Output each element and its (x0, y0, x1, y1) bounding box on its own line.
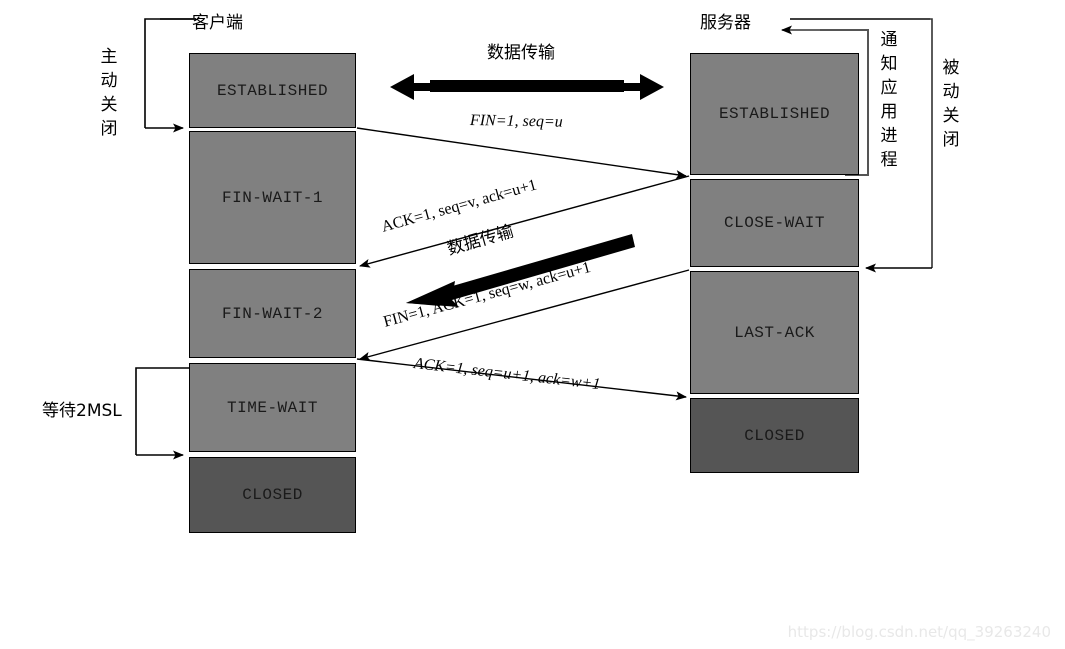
tcp-four-way-handshake-diagram: ESTABLISHED FIN-WAIT-1 FIN-WAIT-2 TIME-W… (0, 0, 1065, 649)
client-state-time-wait: TIME-WAIT (189, 363, 356, 452)
client-state-time-wait-label: TIME-WAIT (227, 398, 318, 417)
server-title-leader (781, 18, 930, 35)
server-state-established-label: ESTABLISHED (718, 105, 831, 123)
server-state-last-ack-label: LAST-ACK (734, 323, 815, 342)
diagram-vector-layer (135, 18, 933, 460)
wait-2msl-bracket (135, 367, 189, 460)
active-close-label: 主动关闭 (100, 47, 118, 139)
notify-app-label: 通知应用进程 (880, 30, 898, 170)
message-label-fin-1: FIN=1, seq=u (469, 112, 563, 131)
watermark: https://blog.csdn.net/qq_39263240 (787, 623, 1051, 641)
client-state-closed: CLOSED (189, 457, 356, 533)
server-state-close-wait-label: CLOSE-WAIT (723, 214, 825, 232)
client-state-fin-wait-2: FIN-WAIT-2 (189, 269, 356, 358)
wait-2msl-label: 等待2MSL (42, 401, 122, 421)
client-state-fin-wait-1-label: FIN-WAIT-1 (221, 188, 323, 207)
client-title: 客户端 (192, 13, 243, 33)
data-transfer-arrow-top (390, 74, 664, 100)
server-state-closed-label: CLOSED (744, 426, 805, 445)
server-state-established: ESTABLISHED (690, 53, 859, 175)
message-arrow-fin-1 (356, 127, 687, 180)
data-transfer-arrow-middle (406, 234, 635, 307)
client-state-fin-wait-1: FIN-WAIT-1 (189, 131, 356, 264)
server-state-close-wait: CLOSE-WAIT (690, 179, 859, 267)
server-state-last-ack: LAST-ACK (690, 271, 859, 394)
server-title: 服务器 (700, 13, 751, 33)
data-transfer-label-top: 数据传输 (487, 43, 555, 63)
client-state-established: ESTABLISHED (189, 53, 356, 128)
client-state-fin-wait-2-label: FIN-WAIT-2 (221, 304, 323, 323)
server-state-closed: CLOSED (690, 398, 859, 473)
client-state-established-label: ESTABLISHED (216, 81, 329, 100)
client-state-closed-label: CLOSED (242, 486, 303, 504)
passive-close-label: 被动关闭 (942, 58, 960, 150)
